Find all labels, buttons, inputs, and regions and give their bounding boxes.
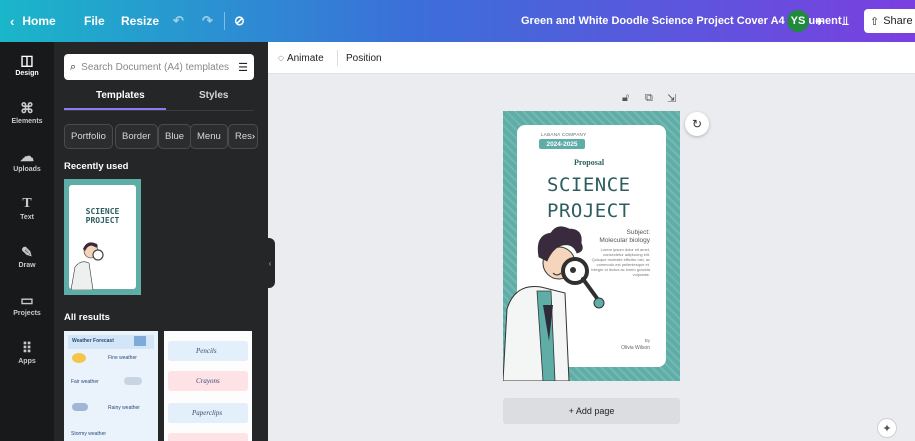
refresh-design-button[interactable]: ↻ [685, 112, 709, 136]
layout-icon: ◫ [20, 52, 34, 68]
resize-button[interactable]: Resize [121, 0, 159, 42]
undo-icon[interactable]: ↶ [173, 0, 184, 42]
shapes-icon: ⌘ [20, 100, 34, 116]
filter-icon[interactable]: ☰ [238, 61, 248, 74]
rail-item-apps[interactable]: ⠿ Apps [0, 340, 54, 365]
recent-thumb-card: SCIENCE PROJECT [69, 185, 136, 290]
top-bar: ‹ Home File Resize ↶ ↷ ⊘ Green and White … [0, 0, 915, 42]
animate-icon: ◌ [278, 52, 284, 64]
year-badge[interactable]: 2024-2025 [539, 139, 585, 149]
folder-icon: ▭ [20, 292, 34, 308]
avatar[interactable]: YS [787, 10, 809, 32]
chevron-left-icon: ‹ [10, 13, 15, 29]
weather-photo [134, 336, 146, 346]
duplicate-icon[interactable]: ⧉ [645, 92, 653, 105]
title-line-2[interactable]: PROJECT [547, 200, 631, 222]
rain-cloud-icon [72, 403, 88, 411]
chevron-left-icon: ‹ [268, 258, 272, 268]
text-icon: T [22, 196, 32, 211]
side-rail: ◫ Design ⌘ Elements ☁ Uploads T Text ✎ Draw ▭… [0, 42, 54, 441]
all-results-heading: All results [64, 312, 110, 323]
recently-used-heading: Recently used [64, 161, 129, 172]
grid-icon: ⠿ [21, 340, 33, 356]
animate-button[interactable]: ◌ Animate [278, 42, 324, 74]
company-name[interactable]: LABANA COMPANY [541, 132, 586, 137]
divider [337, 50, 338, 66]
templates-panel: ⌕ Search Document (A4) templates ☰ Templ… [54, 42, 268, 441]
magic-assistant-button[interactable]: ✦ [877, 418, 897, 438]
lock-icon[interactable]: 🔓︎ [622, 92, 629, 105]
share-button[interactable]: ⇧ Share [864, 9, 915, 33]
document-page[interactable]: LABANA COMPANY 2024-2025 Proposal SCIENC… [503, 111, 680, 381]
rail-item-text[interactable]: T Text [0, 196, 54, 221]
refresh-icon: ↻ [691, 117, 703, 131]
weather-template-thumbnail[interactable]: Weather Forecast Fine weather Fair weath… [64, 331, 158, 441]
sun-icon [72, 353, 86, 363]
rail-item-elements[interactable]: ⌘ Elements [0, 100, 54, 125]
sparkle-icon: ✦ [882, 422, 892, 435]
add-page-icon[interactable]: ⇲ [667, 92, 676, 105]
saved-check-icon[interactable]: ⊘ [234, 0, 245, 42]
labels-template-thumbnail[interactable]: Pencils Crayons Paperclips [164, 331, 252, 441]
tab-templates[interactable]: Templates [96, 90, 145, 101]
share-upload-icon: ⇧ [870, 15, 880, 28]
search-input[interactable]: ⌕ Search Document (A4) templates ☰ [64, 54, 254, 80]
chip-resume[interactable]: Res › [228, 124, 258, 149]
pen-icon: ✎ [21, 244, 33, 260]
rail-item-projects[interactable]: ▭ Projects [0, 292, 54, 317]
chevron-right-icon: › [251, 131, 255, 142]
chip-border[interactable]: Border [115, 124, 158, 149]
cloud-upload-icon: ☁ [20, 148, 34, 164]
chip-menu[interactable]: Menu [190, 124, 228, 149]
active-tab-indicator [64, 108, 166, 110]
author-name[interactable]: Olivia Wilson [621, 345, 650, 351]
by-label[interactable]: By [645, 338, 650, 343]
rail-item-draw[interactable]: ✎ Draw [0, 244, 54, 269]
redo-icon[interactable]: ↷ [202, 0, 213, 42]
title-line-1[interactable]: SCIENCE [547, 174, 631, 196]
label-strip [168, 433, 248, 441]
insights-icon[interactable]: ⫫ [842, 0, 849, 42]
divider [224, 12, 225, 30]
recent-template-thumbnail[interactable]: SCIENCE PROJECT [64, 179, 141, 295]
subject-label[interactable]: Subject: [627, 229, 651, 236]
tab-styles[interactable]: Styles [199, 90, 228, 101]
scientist-illustration[interactable] [503, 221, 613, 381]
position-button[interactable]: Position [346, 42, 382, 74]
home-button[interactable]: ‹ Home [10, 0, 56, 42]
proposal-label[interactable]: Proposal [574, 158, 604, 167]
tab-divider [64, 110, 254, 111]
scientist-thumb-illustration [70, 242, 104, 290]
chip-portfolio[interactable]: Portfolio [64, 124, 113, 149]
add-collaborator-icon[interactable]: + [815, 0, 823, 42]
add-page-button[interactable]: + Add page [503, 398, 680, 424]
chip-blue[interactable]: Blue [158, 124, 192, 149]
rail-item-uploads[interactable]: ☁ Uploads [0, 148, 54, 173]
file-menu[interactable]: File [84, 0, 105, 42]
rail-item-design[interactable]: ◫ Design [0, 52, 54, 77]
search-icon: ⌕ [70, 60, 77, 73]
context-toolbar: ◌ Animate Position [268, 42, 915, 74]
collapse-panel-handle[interactable]: ‹ [265, 238, 275, 288]
cloud-icon [124, 377, 142, 385]
